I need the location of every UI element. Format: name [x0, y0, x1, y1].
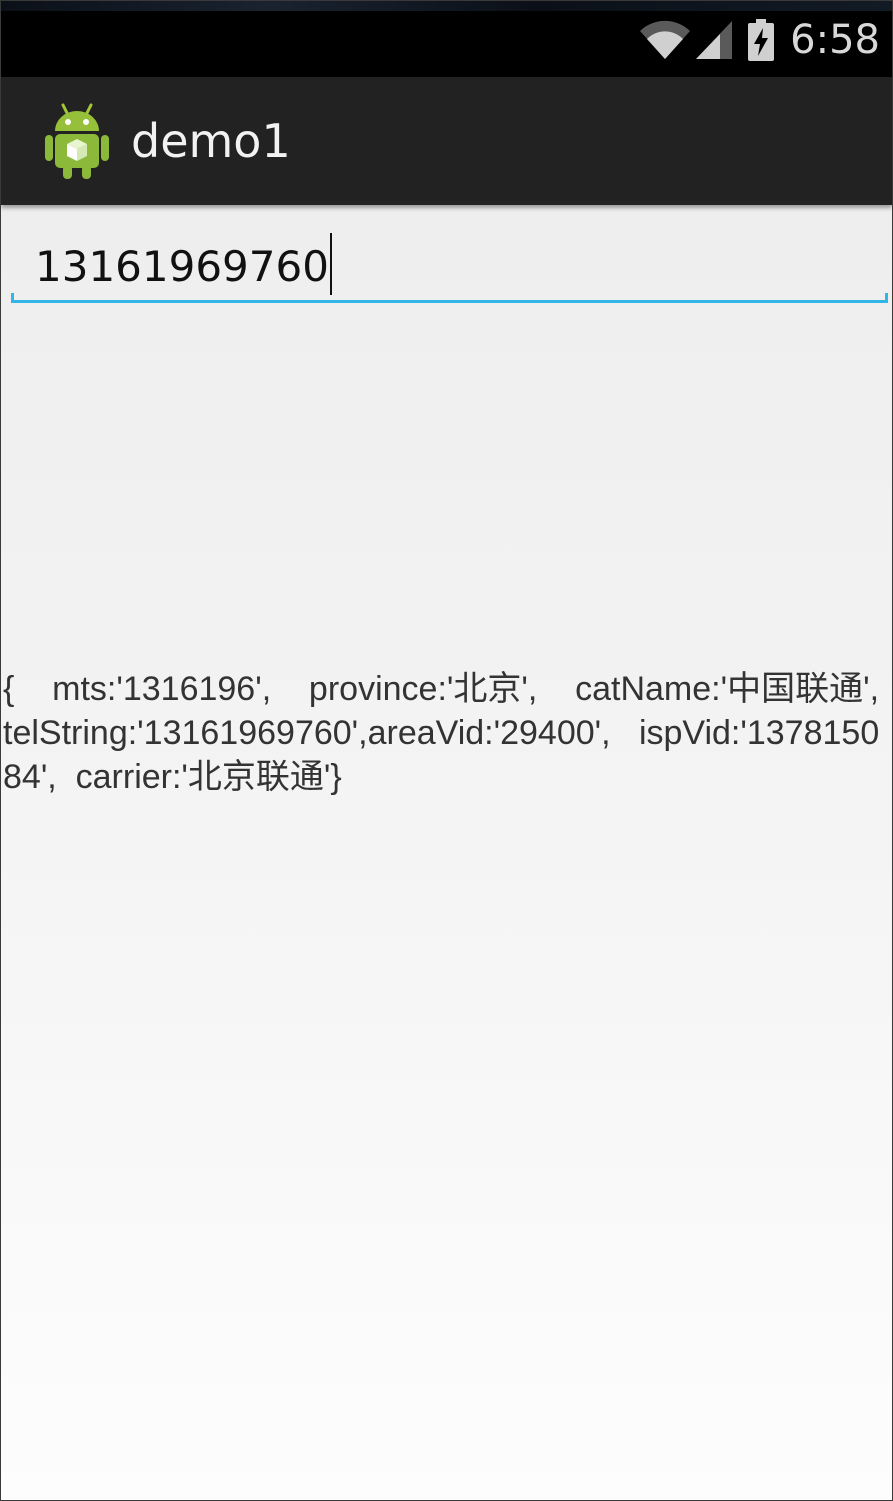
phone-number-input[interactable]: 13161969760: [11, 217, 888, 307]
input-underline: [11, 300, 888, 303]
status-clock: 6:58: [790, 17, 880, 63]
wallpaper-strip: [1, 1, 892, 11]
android-robot-icon[interactable]: [41, 101, 113, 181]
status-icons: 6:58: [638, 15, 880, 65]
action-bar: demo1: [1, 77, 892, 205]
wifi-icon: [640, 20, 691, 59]
input-underline-right-tick: [885, 293, 888, 303]
status-bar: 6:58: [1, 1, 892, 77]
input-underline-left-tick: [11, 293, 14, 303]
app-screen: 6:58 demo1 13161969760 {mts:'1316196', …: [0, 0, 893, 1501]
text-cursor: [329, 233, 332, 295]
lookup-result-text: { mts:'1316196', province:'北京', catName:…: [3, 670, 880, 796]
phone-number-value[interactable]: 13161969760: [35, 233, 332, 295]
phone-number-text: 13161969760: [35, 242, 329, 291]
app-title: demo1: [131, 114, 291, 168]
signal-icon: [696, 21, 733, 59]
battery-charging-icon: [748, 19, 775, 61]
